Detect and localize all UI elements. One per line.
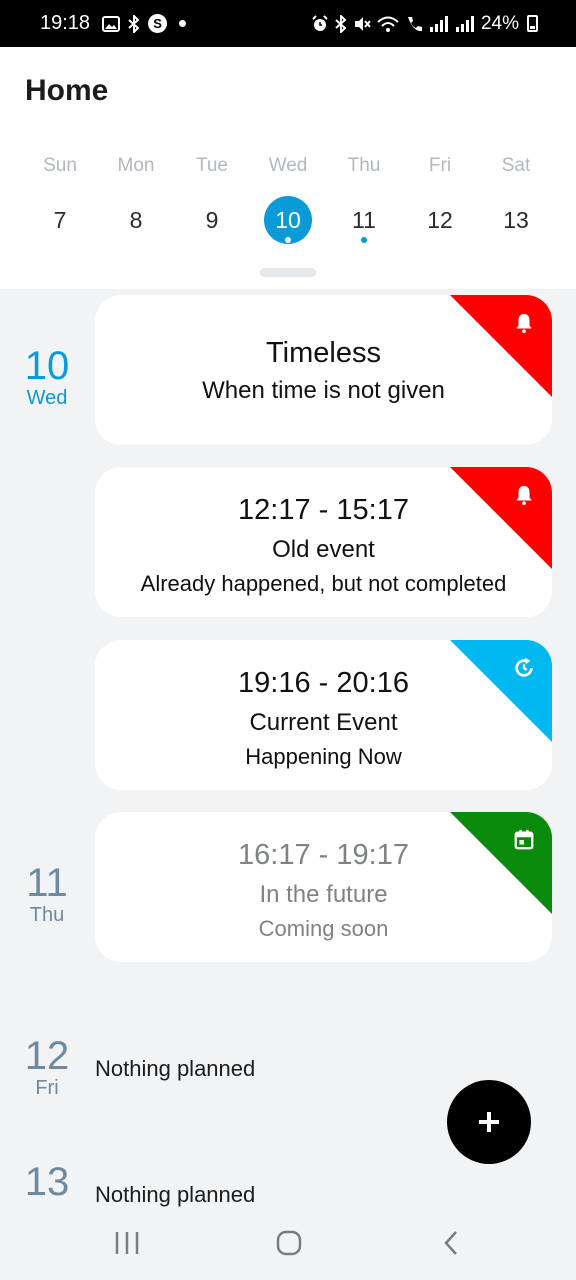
day-number: 13 [24,1160,70,1204]
bell-icon [516,313,532,334]
week-day-name: Sun [43,155,77,176]
agenda-day-label-today: 10 Wed [8,345,86,409]
day-number: 12 [24,1034,70,1078]
agenda-day-label: 13 [8,1161,86,1203]
alarm-icon [311,14,329,33]
notification-dot-icon [179,20,187,27]
recents-button[interactable] [107,1225,147,1261]
week-day-name: Tue [195,155,229,176]
event-card[interactable]: 16:17 - 19:17 In the future Coming soon [95,812,552,962]
bluetooth-icon [335,14,347,33]
day-weekday: Wed [26,387,68,409]
event-subtitle: Happening Now [245,744,402,769]
event-title: Current Event [249,709,398,736]
plus-icon [479,1112,499,1132]
day-number: 10 [24,344,70,388]
event-subtitle: Coming soon [258,916,389,941]
day-weekday: Thu [29,904,65,926]
status-time: 19:18 [40,12,91,34]
week-day-name: Wed [268,155,308,176]
event-time: 12:17 - 15:17 [238,494,409,526]
page-title: Home [25,74,109,107]
nothing-planned-label: Nothing planned [95,1182,256,1207]
week-day-name: Sat [501,155,531,176]
app-header: Home [0,47,576,131]
skype-icon: S [148,14,168,33]
event-title: In the future [259,881,388,908]
event-subtitle: When time is not given [202,377,445,404]
status-bar: 19:18 S 24% [0,0,576,47]
event-title: Old event [272,536,375,563]
wifi-icon [377,15,399,33]
bluetooth-icon [128,14,140,33]
week-day-name: Mon [117,155,155,176]
battery-icon [527,15,538,32]
system-nav-bar [0,1207,576,1280]
day-weekday: Fri [35,1077,59,1099]
week-day-number: 13 [503,207,529,233]
week-day-number: 8 [129,207,143,233]
back-icon [444,1231,457,1255]
gallery-icon [102,15,121,32]
mute-icon [353,15,371,33]
event-card[interactable]: 12:17 - 15:17 Old event Already happened… [95,467,552,617]
recents-icon [115,1232,139,1254]
week-day-number: 7 [53,207,67,233]
week-day-name: Thu [347,155,381,176]
home-icon [276,1230,302,1256]
week-strip: Sun 7 Mon 8 Tue 9 Wed 10 Thu 11 Fri 12 S… [0,131,576,289]
back-button[interactable] [431,1225,471,1261]
signal-icon [455,15,475,33]
call-icon [405,15,423,33]
week-day-name: Fri [428,155,452,176]
home-button[interactable] [269,1225,309,1261]
day-number: 11 [26,861,68,905]
add-event-button[interactable] [447,1080,531,1164]
signal-icon [429,15,449,33]
event-subtitle: Already happened, but not completed [140,571,507,596]
event-card[interactable]: 19:16 - 20:16 Current Event Happening No… [95,640,552,790]
event-title: Timeless [266,337,381,369]
event-indicator-dot [285,237,291,243]
event-indicator-dot [361,237,367,243]
week-day-number: 12 [427,207,453,233]
agenda-day-label: 11 Thu [8,862,86,926]
event-card[interactable]: Timeless When time is not given [95,295,552,445]
battery-percent: 24% [480,12,519,34]
drag-handle[interactable] [260,268,316,277]
event-time: 16:17 - 19:17 [238,839,409,871]
week-day-number: 9 [205,207,219,233]
agenda-day-label: 12 Fri [8,1035,86,1099]
event-time: 19:16 - 20:16 [238,667,409,699]
nothing-planned-label: Nothing planned [95,1056,256,1081]
